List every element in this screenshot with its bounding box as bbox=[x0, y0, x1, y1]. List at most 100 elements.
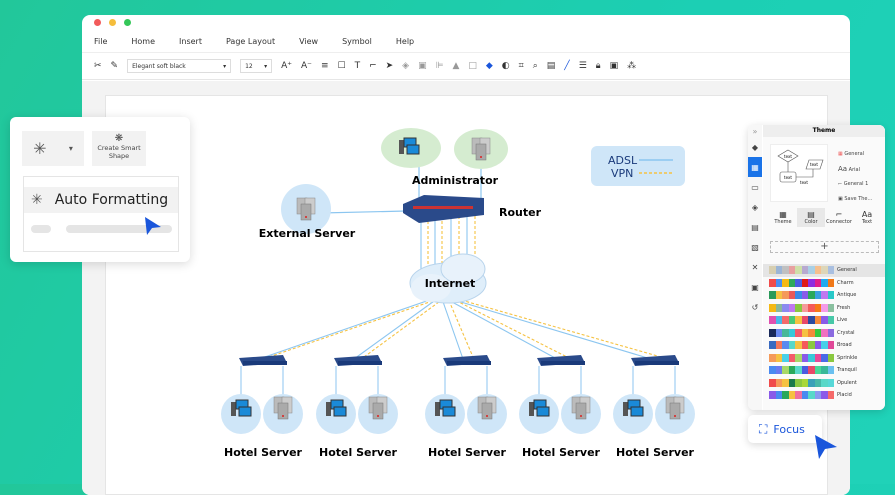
palette-swatches bbox=[769, 328, 834, 337]
align-left-icon[interactable]: ⊫ bbox=[436, 61, 444, 71]
crop-icon[interactable]: ⌗ bbox=[519, 61, 524, 71]
svg-text:text: text bbox=[784, 175, 792, 180]
tab-color[interactable]: ▤ Color bbox=[797, 208, 825, 227]
palette-tranquil[interactable]: Tranquil bbox=[763, 364, 885, 377]
tab-theme[interactable]: ▦ Theme bbox=[769, 208, 797, 227]
text-icon[interactable]: T bbox=[355, 61, 361, 71]
internet-label: Internet bbox=[425, 277, 476, 290]
fit-icon[interactable]: ✕ bbox=[748, 257, 762, 277]
rectangle-icon[interactable]: ☐ bbox=[337, 61, 345, 71]
collapse-icon[interactable]: » bbox=[748, 125, 762, 137]
administrator-node[interactable]: Administrator bbox=[381, 128, 508, 187]
palette-swatches bbox=[769, 366, 834, 375]
smart-shape-icon: ❋ bbox=[114, 133, 124, 144]
palette-name: Tranquil bbox=[837, 367, 857, 374]
layers-icon[interactable]: ◈ bbox=[402, 61, 409, 71]
palette-placid[interactable]: Placid bbox=[763, 389, 885, 402]
maximize-dot[interactable] bbox=[124, 19, 131, 26]
create-smart-shape-button[interactable]: ❋ Create Smart Shape bbox=[92, 131, 146, 166]
close-dot[interactable] bbox=[94, 19, 101, 26]
theme-option-general[interactable]: ▦ General bbox=[838, 147, 872, 162]
theme-content: Theme text text text text ▦ General Aa A… bbox=[763, 125, 885, 410]
menu-home[interactable]: Home bbox=[131, 37, 155, 46]
present-icon[interactable]: ▣ bbox=[748, 277, 762, 297]
window-controls bbox=[94, 19, 131, 26]
palette-fresh[interactable]: Fresh bbox=[763, 302, 885, 315]
drawing-page[interactable]: ADSL VPN Administrator Router External S… bbox=[105, 95, 828, 495]
palette-name: Charm bbox=[837, 279, 854, 286]
layers-icon[interactable]: ◈ bbox=[748, 197, 762, 217]
line-color-icon[interactable]: ╱ bbox=[564, 61, 569, 71]
tab-text[interactable]: Aa Text bbox=[853, 208, 881, 227]
menu-insert[interactable]: Insert bbox=[179, 37, 202, 46]
pointer-icon[interactable]: ➤ bbox=[386, 61, 394, 71]
more-icon[interactable]: ⁂ bbox=[627, 61, 636, 71]
theme-option-connector[interactable]: ⌐ General 1 bbox=[838, 177, 872, 192]
minimize-dot[interactable] bbox=[109, 19, 116, 26]
menu-view[interactable]: View bbox=[299, 37, 318, 46]
switch-icon bbox=[443, 355, 491, 366]
lock-icon[interactable]: 🔒︎ bbox=[596, 61, 601, 71]
palette-swatches bbox=[769, 303, 834, 312]
palette-crystal[interactable]: Crystal bbox=[763, 327, 885, 340]
image-icon[interactable]: ▭ bbox=[748, 177, 762, 197]
shape-style-icon[interactable]: ◐ bbox=[502, 61, 510, 71]
font-select[interactable]: Elegant soft black ▾ bbox=[127, 59, 232, 73]
font-size-value: 12 bbox=[245, 62, 253, 70]
palette-broad[interactable]: Broad bbox=[763, 339, 885, 352]
palette-opulent[interactable]: Opulent bbox=[763, 377, 885, 390]
format-painter-icon[interactable]: ✎ bbox=[111, 61, 119, 71]
vpn-line bbox=[363, 295, 448, 358]
palette-general[interactable]: General bbox=[763, 264, 885, 277]
increase-font-icon[interactable]: A⁺ bbox=[281, 61, 292, 71]
hotel-server-node[interactable]: Hotel Server bbox=[316, 355, 398, 459]
menu-page-layout[interactable]: Page Layout bbox=[226, 37, 275, 46]
cut-icon[interactable]: ✂ bbox=[94, 61, 102, 71]
connector-icon[interactable]: ⌐ bbox=[369, 61, 377, 71]
decrease-font-icon[interactable]: A⁻ bbox=[301, 61, 312, 71]
router-label: Router bbox=[499, 206, 542, 219]
palette-charm[interactable]: Charm bbox=[763, 277, 885, 290]
menu-symbol[interactable]: Symbol bbox=[342, 37, 372, 46]
fill-icon[interactable]: ◆ bbox=[486, 61, 493, 71]
font-size-select[interactable]: 12 ▾ bbox=[240, 59, 273, 73]
preview-icon[interactable]: ▤ bbox=[547, 61, 556, 71]
adsl-line bbox=[440, 295, 464, 360]
toolbar: ✂ ✎ Elegant soft black ▾ 12 ▾ A⁺ A⁻ ≡ ☐ T … bbox=[82, 52, 850, 80]
hotel-server-node[interactable]: Hotel Server bbox=[221, 355, 303, 459]
focus-button[interactable]: ⛶ Focus bbox=[748, 415, 822, 443]
auto-formatting-item[interactable]: ✳ Auto Formatting bbox=[24, 187, 178, 213]
tab-connector[interactable]: ⌐ Connector bbox=[825, 208, 853, 227]
history-icon[interactable]: ↺ bbox=[748, 297, 762, 317]
size-icon[interactable]: □ bbox=[468, 61, 477, 71]
hotel-server-node[interactable]: Hotel Server bbox=[613, 355, 695, 459]
page-icon[interactable]: ▤ bbox=[748, 217, 762, 237]
vpn-line bbox=[446, 295, 474, 358]
flip-icon[interactable]: ▲ bbox=[452, 61, 459, 71]
frame-icon[interactable]: ▣ bbox=[610, 61, 619, 71]
theme-option-font[interactable]: Aa Arial bbox=[838, 162, 872, 178]
add-color-button[interactable]: + bbox=[770, 241, 879, 253]
router-node[interactable]: Router bbox=[403, 195, 542, 223]
editor-window: File Home Insert Page Layout View Symbol… bbox=[82, 15, 850, 495]
fill-icon[interactable]: ◆ bbox=[748, 137, 762, 157]
menu-help[interactable]: Help bbox=[396, 37, 414, 46]
palette-name: Broad bbox=[837, 342, 852, 349]
hotel-server-node[interactable]: Hotel Server bbox=[425, 355, 507, 459]
group-icon[interactable]: ▣ bbox=[418, 61, 427, 71]
menu-file[interactable]: File bbox=[94, 37, 107, 46]
theme-options: ▦ General Aa Arial ⌐ General 1 ▣ Save Th… bbox=[838, 147, 872, 206]
search-icon[interactable]: ⌕ bbox=[533, 61, 538, 71]
data-icon[interactable]: ▧ bbox=[748, 237, 762, 257]
line-style-icon[interactable]: ☰ bbox=[579, 61, 587, 71]
hotel-server-node[interactable]: Hotel Server bbox=[519, 355, 601, 459]
theme-option-save[interactable]: ▣ Save The... bbox=[838, 192, 872, 207]
palette-swatches bbox=[769, 266, 834, 275]
palette-sprinkle[interactable]: Sprinkle bbox=[763, 352, 885, 365]
auto-format-dropdown[interactable]: ✳ ▾ bbox=[22, 131, 84, 166]
palette-antique[interactable]: Antique bbox=[763, 289, 885, 302]
palette-live[interactable]: Live bbox=[763, 314, 885, 327]
theme-icon[interactable]: ▦ bbox=[748, 157, 762, 177]
palette-swatches bbox=[769, 341, 834, 350]
align-icon[interactable]: ≡ bbox=[321, 61, 329, 71]
